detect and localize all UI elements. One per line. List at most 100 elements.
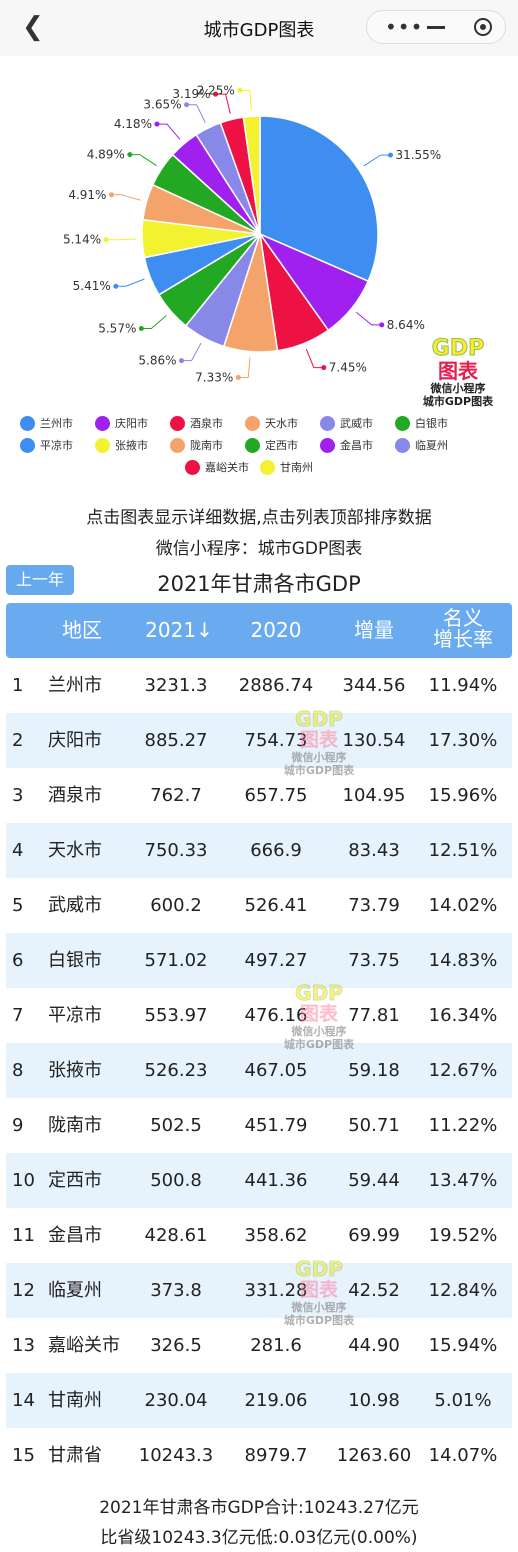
legend-label: 兰州市 (40, 417, 73, 430)
difference-summary: 比省级10243.3亿元低:0.03亿元(0.00%) (100, 1528, 418, 1548)
row-region: 临夏州 (48, 1280, 102, 1301)
pie-data-label: 5.14% (63, 233, 101, 247)
row-index: 3 (12, 785, 24, 806)
legend-item[interactable]: 白银市 (395, 412, 470, 434)
row-growth-rate: 12.67% (428, 1060, 498, 1081)
legend-label: 白银市 (415, 417, 448, 430)
legend-label: 天水市 (265, 417, 298, 430)
row-region: 天水市 (48, 840, 102, 861)
mini-program-note: 微信小程序：城市GDP图表 (155, 539, 363, 559)
legend-row: 兰州市 庆阳市 酒泉市 天水市 武威市 白银市 (20, 412, 500, 434)
legend-item[interactable]: 甘南州 (260, 456, 335, 478)
legend-item[interactable]: 酒泉市 (170, 412, 245, 434)
total-summary: 2021年甘肃各市GDP合计:10243.27亿元 (99, 1498, 419, 1518)
row-region: 定西市 (48, 1170, 102, 1191)
legend-item[interactable]: 天水市 (245, 412, 320, 434)
legend-label: 陇南市 (190, 439, 223, 452)
row-region: 陇南市 (48, 1115, 102, 1136)
table-row[interactable]: 3 酒泉市 762.7 657.75 104.95 15.96% (6, 768, 512, 823)
table-row[interactable]: 15 甘肃省 10243.3 8979.7 1263.60 14.07% (6, 1428, 512, 1483)
pie-label-dot (184, 102, 190, 108)
table-row[interactable]: 1 兰州市 3231.3 2886.74 344.56 11.94% (6, 658, 512, 713)
legend-swatch (320, 437, 335, 453)
legend-label: 平凉市 (40, 439, 73, 452)
legend-item[interactable]: 武威市 (320, 412, 395, 434)
row-index: 9 (12, 1115, 24, 1136)
pie-label-dot (154, 121, 160, 127)
legend-item[interactable]: 张掖市 (95, 434, 170, 456)
table-row[interactable]: 12 临夏州 373.8 331.28 42.52 12.84% (6, 1263, 512, 1318)
legend-row: 嘉峪关市 甘南州 (20, 456, 500, 478)
header-2020[interactable]: 2020 (228, 603, 324, 658)
table-row[interactable]: 4 天水市 750.33 666.9 83.43 12.51% (6, 823, 512, 878)
target-icon[interactable] (474, 18, 492, 36)
table-row[interactable]: 13 嘉峪关市 326.5 281.6 44.90 15.94% (6, 1318, 512, 1373)
legend-swatch (260, 459, 275, 475)
pie-data-label: 31.55% (395, 148, 441, 162)
legend-item[interactable]: 陇南市 (170, 434, 245, 456)
table-row[interactable]: 8 张掖市 526.23 467.05 59.18 12.67% (6, 1043, 512, 1098)
legend-item[interactable]: 庆阳市 (95, 412, 170, 434)
legend-item[interactable]: 金昌市 (320, 434, 395, 456)
legend-item[interactable]: 定西市 (245, 434, 320, 456)
table-row[interactable]: 6 白银市 571.02 497.27 73.75 14.83% (6, 933, 512, 988)
legend-swatch (245, 437, 260, 453)
row-region: 甘肃省 (48, 1445, 102, 1466)
pie-label-dot (237, 87, 243, 93)
pie-label-line (363, 154, 391, 167)
table-row[interactable]: 7 平凉市 553.97 476.16 77.81 16.34% (6, 988, 512, 1043)
row-growth-rate: 14.83% (428, 950, 498, 971)
header-growth-rate[interactable]: 名义 增长率 (418, 608, 508, 652)
row-growth-rate: 5.01% (434, 1390, 492, 1411)
header-region[interactable]: 地区 (42, 603, 122, 658)
more-dots-icon[interactable]: ••• (385, 15, 423, 39)
header-2021[interactable]: 2021↓ (134, 603, 224, 658)
table-row[interactable]: 14 甘南州 230.04 219.06 10.98 5.01% (6, 1373, 512, 1428)
legend-swatch (20, 437, 35, 453)
pie-data-label: 2.25% (197, 83, 235, 97)
pie-label-dot (235, 375, 241, 381)
pie-label-dot (379, 322, 385, 328)
table-row[interactable]: 5 武威市 600.2 526.41 73.79 14.02% (6, 878, 512, 933)
row-region: 武威市 (48, 895, 102, 916)
row-growth-rate: 13.47% (428, 1170, 498, 1191)
pie-data-label: 8.64% (387, 318, 425, 332)
hint-text: 点击图表显示详细数据,点击列表顶部排序数据 (86, 508, 432, 528)
row-gdp-2021: 600.2 (150, 895, 202, 916)
row-index: 11 (12, 1225, 35, 1246)
row-gdp-2021: 500.8 (150, 1170, 202, 1191)
row-gdp-2020: 451.79 (244, 1115, 308, 1136)
pie-label-dot (179, 358, 185, 364)
mini-program-capsule: ••• (366, 10, 506, 44)
legend-swatch (20, 415, 35, 431)
legend-label: 张掖市 (115, 439, 148, 452)
legend-item[interactable]: 兰州市 (20, 412, 95, 434)
header-increase[interactable]: 增量 (334, 603, 414, 658)
row-index: 1 (12, 675, 24, 696)
legend-label: 临夏州 (415, 439, 448, 452)
row-growth-rate: 12.51% (428, 840, 498, 861)
watermark: GDP 图表 微信小程序 城市GDP图表 (283, 981, 355, 1052)
pie-data-label: 4.18% (114, 117, 152, 131)
pie-label-dot (103, 237, 109, 243)
row-gdp-2021: 762.7 (150, 785, 202, 806)
table-row[interactable]: 11 金昌市 428.61 358.62 69.99 19.52% (6, 1208, 512, 1263)
legend-item[interactable]: 嘉峪关市 (185, 456, 260, 478)
legend-item[interactable]: 平凉市 (20, 434, 95, 456)
pie-label-line (305, 348, 324, 369)
pie-data-label: 7.33% (195, 371, 233, 385)
row-increase: 1263.60 (336, 1445, 412, 1466)
table-row[interactable]: 10 定西市 500.8 441.36 59.44 13.47% (6, 1153, 512, 1208)
legend-label: 定西市 (265, 439, 298, 452)
row-growth-rate: 11.94% (428, 675, 498, 696)
row-gdp-2020: 219.06 (244, 1390, 308, 1411)
nav-bar: ❮ 城市GDP图表 ••• (0, 0, 518, 56)
legend-item[interactable]: 临夏州 (395, 434, 470, 456)
pie-label-dot (113, 283, 119, 289)
minus-icon[interactable] (427, 26, 445, 29)
legend-swatch (95, 415, 110, 431)
table-row[interactable]: 2 庆阳市 885.27 754.73 130.54 17.30% (6, 713, 512, 768)
row-gdp-2021: 10243.3 (138, 1445, 214, 1466)
table-row[interactable]: 9 陇南市 502.5 451.79 50.71 11.22% (6, 1098, 512, 1153)
row-growth-rate: 17.30% (428, 730, 498, 751)
